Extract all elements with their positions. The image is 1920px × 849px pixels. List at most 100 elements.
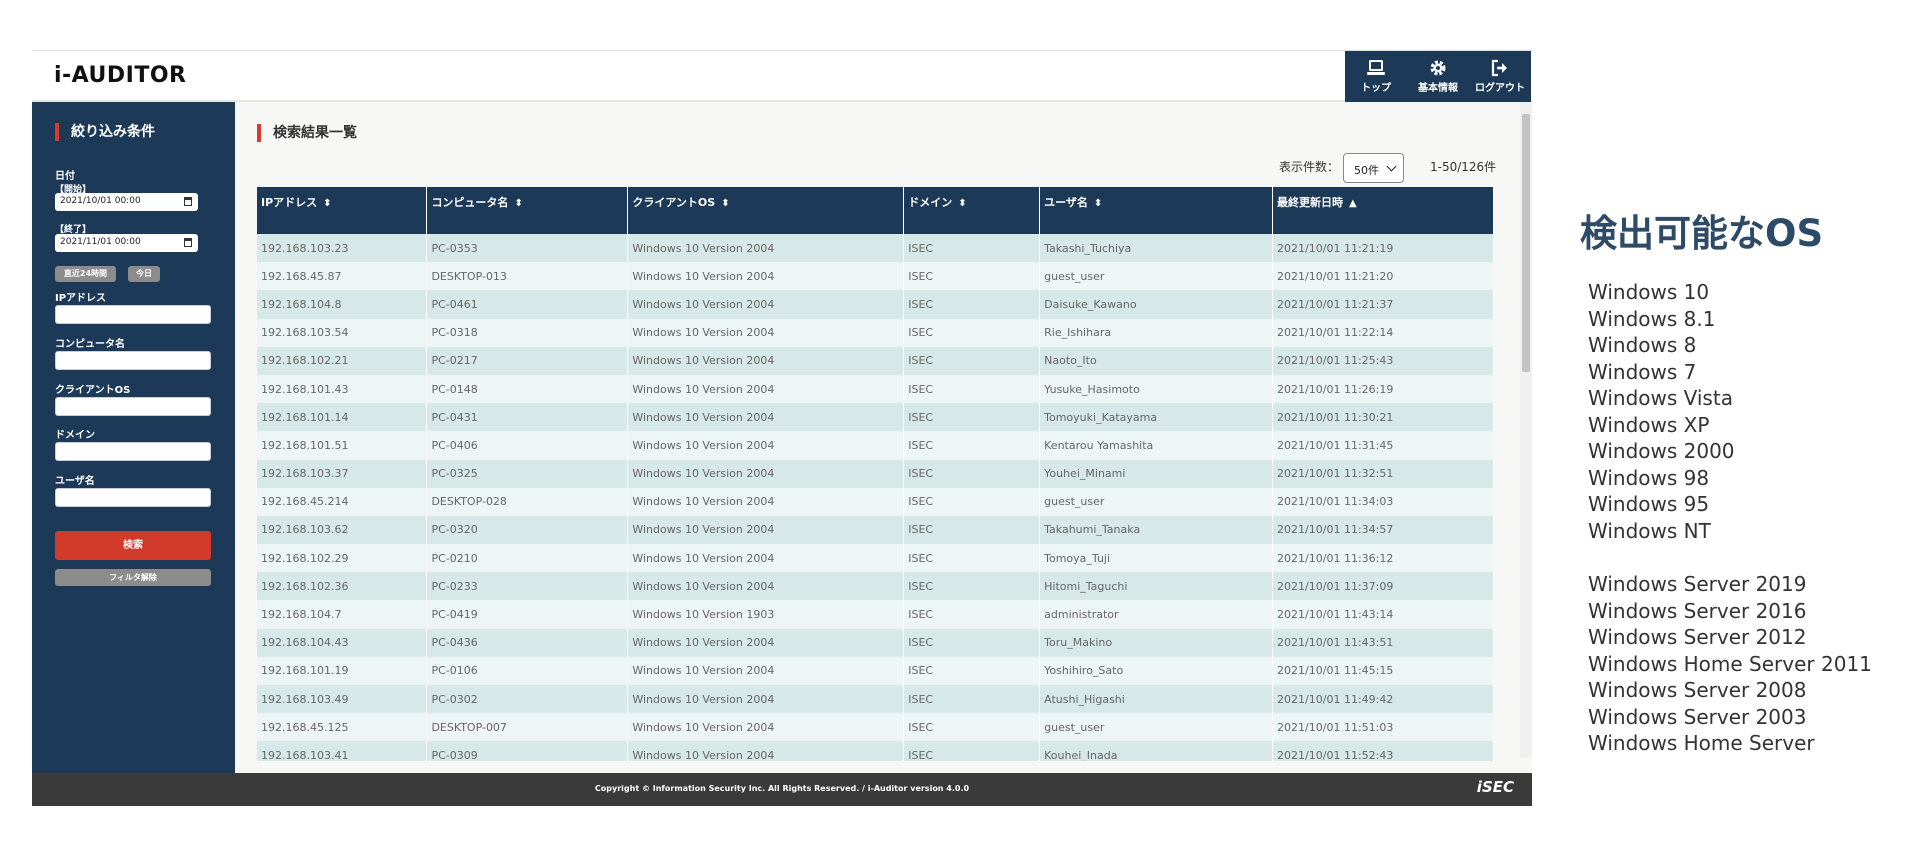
result-range: 1-50/126件 [1430, 160, 1497, 174]
table-cell: ISEC [903, 685, 1041, 714]
calendar-icon[interactable] [184, 238, 192, 247]
table-row[interactable]: 192.168.45.87 DESKTOP-013 Windows 10 Versi… [257, 262, 1494, 291]
table-cell: Yoshihiro_Sato [1039, 656, 1274, 685]
isec-logo: iSEC [1476, 778, 1514, 796]
table-row[interactable]: 192.168.103.54 PC-0318 Windows 10 Version … [257, 318, 1494, 347]
basic-info-label: 基本情報 [1418, 83, 1458, 94]
table-row[interactable]: 192.168.103.23 PC-0353 Windows 10 Version … [257, 234, 1494, 263]
start-date-input[interactable]: 2021/10/01 00:00 [55, 193, 198, 211]
table-cell: Tomoyuki_Katayama [1039, 403, 1274, 432]
table-cell: ISEC [903, 290, 1041, 319]
sort-icon[interactable]: ⬍ [958, 198, 966, 209]
clear-filter-button[interactable]: フィルタ解除 [55, 569, 211, 586]
table-cell: Windows 10 Version 2004 [627, 544, 905, 573]
filter-sidebar: 絞り込み条件 日付 【開始】 2021/10/01 00:00 【終了】 202… [32, 102, 235, 773]
table-cell: ISEC [903, 487, 1041, 516]
table-row[interactable]: 192.168.103.37 PC-0325 Windows 10 Version … [257, 459, 1494, 488]
recent-24h-button[interactable]: 直近24時間 [55, 266, 116, 282]
table-cell: 192.168.101.43 [257, 374, 428, 404]
table-row[interactable]: 192.168.102.21 PC-0217 Windows 10 Version … [257, 346, 1494, 375]
horizontal-scrollbar[interactable] [235, 761, 1520, 773]
os-list-item: Windows 95 [1588, 492, 1710, 516]
table-row[interactable]: 192.168.101.14 PC-0431 Windows 10 Version … [257, 403, 1494, 432]
table-cell: Windows 10 Version 1903 [627, 600, 905, 629]
table-row[interactable]: 192.168.101.43 PC-0148 Windows 10 Version … [257, 374, 1494, 404]
table-cell: 192.168.45.214 [257, 487, 428, 516]
sort-icon[interactable]: ⬍ [721, 198, 729, 209]
sort-icon[interactable]: ⬍ [323, 198, 331, 209]
table-cell: PC-0419 [426, 600, 629, 629]
today-button[interactable]: 今日 [128, 266, 160, 282]
table-row[interactable]: 192.168.102.36 PC-0233 Windows 10 Version … [257, 572, 1494, 601]
logout-button[interactable]: ログアウト [1469, 51, 1531, 102]
table-cell: PC-0302 [426, 685, 629, 714]
table-cell: 2021/10/01 11:49:42 [1272, 685, 1494, 714]
table-cell: 192.168.103.54 [257, 318, 428, 347]
table-cell: 192.168.103.49 [257, 685, 428, 714]
results-table-body: 192.168.103.23 PC-0353 Windows 10 Version … [257, 234, 1494, 770]
table-cell: 2021/10/01 11:21:37 [1272, 290, 1494, 319]
table-cell: ISEC [903, 544, 1041, 573]
results-title: 検索結果一覧 [257, 124, 357, 142]
copyright-text: Copyright © Information Security Inc. Al… [594, 784, 970, 793]
search-button[interactable]: 検索 [55, 531, 211, 560]
table-cell: Windows 10 Version 2004 [627, 685, 905, 714]
column-header-user[interactable]: ユーザ名 ⬍ [1039, 187, 1274, 234]
filter-title: 絞り込み条件 [55, 123, 155, 141]
ip-input[interactable] [55, 305, 211, 324]
user-name-input[interactable] [55, 488, 211, 507]
scrollbar-thumb[interactable] [1522, 114, 1530, 372]
os-list-item: Windows 2000 [1588, 439, 1735, 463]
table-row[interactable]: 192.168.103.49 PC-0302 Windows 10 Version … [257, 685, 1494, 714]
column-header-os[interactable]: クライアントOS ⬍ [627, 187, 905, 234]
basic-info-button[interactable]: 基本情報 [1407, 51, 1469, 102]
table-row[interactable]: 192.168.104.7 PC-0419 Windows 10 Version 1… [257, 600, 1494, 629]
os-panel-title: 検出可能なOS [1580, 212, 1824, 255]
table-row[interactable]: 192.168.45.125 DESKTOP-007 Windows 10 Vers… [257, 713, 1494, 742]
end-date-input[interactable]: 2021/11/01 00:00 [55, 234, 198, 252]
domain-input[interactable] [55, 442, 211, 461]
table-row[interactable]: 192.168.103.62 PC-0320 Windows 10 Version … [257, 515, 1494, 545]
per-page-select[interactable]: 50件 [1343, 153, 1404, 183]
column-header-updated[interactable]: 最終更新日時 ▲ [1272, 187, 1494, 234]
table-cell: 192.168.104.7 [257, 600, 428, 629]
date-label: 日付 [55, 171, 75, 182]
os-list-item: Windows 7 [1588, 359, 1697, 384]
column-header-domain[interactable]: ドメイン ⬍ [903, 187, 1041, 234]
vertical-scrollbar[interactable] [1520, 102, 1532, 758]
table-cell: Daisuke_Kawano [1039, 290, 1274, 319]
table-row[interactable]: 192.168.45.214 DESKTOP-028 Windows 10 Vers… [257, 487, 1494, 516]
table-row[interactable]: 192.168.101.19 PC-0106 Windows 10 Version … [257, 656, 1494, 685]
sort-icon[interactable]: ⬍ [1094, 198, 1102, 209]
client-os-input[interactable] [55, 397, 211, 416]
table-cell: 192.168.102.21 [257, 346, 428, 375]
calendar-icon[interactable] [184, 197, 192, 206]
table-cell: PC-0106 [426, 656, 629, 685]
table-cell: PC-0320 [426, 515, 629, 545]
os-list-item: Windows Home Server [1588, 731, 1815, 755]
client-os-label: クライアントOS [55, 385, 131, 396]
table-cell: ISEC [903, 431, 1041, 460]
column-header-ip[interactable]: IPアドレス ⬍ [257, 187, 428, 234]
sort-icon[interactable]: ▲ [1349, 198, 1357, 209]
table-row[interactable]: 192.168.104.8 PC-0461 Windows 10 Version 2… [257, 290, 1494, 319]
table-cell: Hitomi_Taguchi [1039, 572, 1274, 601]
column-header-computer[interactable]: コンピュータ名 ⬍ [426, 187, 629, 234]
sort-icon[interactable]: ⬍ [514, 198, 522, 209]
computer-name-input[interactable] [55, 351, 211, 370]
i-auditor-logo[interactable]: i-AUDITOR [54, 63, 186, 88]
table-row[interactable]: 192.168.104.43 PC-0436 Windows 10 Version … [257, 628, 1494, 657]
table-cell: 2021/10/01 11:34:57 [1272, 515, 1494, 545]
top-button[interactable]: トップ [1345, 51, 1407, 102]
footer: Copyright © Information Security Inc. Al… [32, 773, 1532, 806]
table-cell: Windows 10 Version 2004 [627, 290, 905, 319]
table-cell: Toru_Makino [1039, 628, 1274, 657]
table-row[interactable]: 192.168.102.29 PC-0210 Windows 10 Version … [257, 544, 1494, 573]
table-cell: 2021/10/01 11:26:19 [1272, 374, 1494, 404]
end-date-value: 2021/11/01 00:00 [60, 237, 141, 247]
table-cell: PC-0431 [426, 403, 629, 432]
table-cell: PC-0210 [426, 544, 629, 573]
table-row[interactable]: 192.168.101.51 PC-0406 Windows 10 Version … [257, 431, 1494, 460]
gear-icon [1430, 60, 1446, 76]
os-list-item: Windows Vista [1588, 386, 1733, 410]
